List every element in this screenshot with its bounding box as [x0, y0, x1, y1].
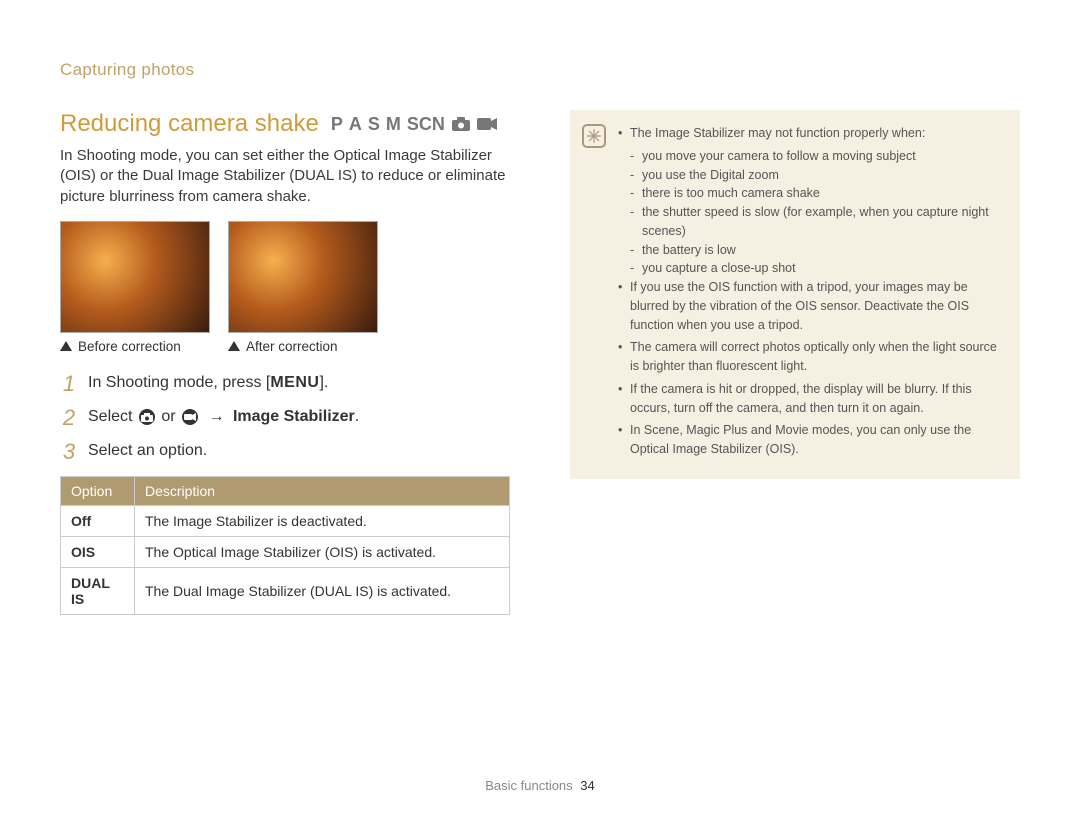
- steps-list: 1 In Shooting mode, press [MENU]. 2 Sele…: [60, 372, 510, 465]
- mode-m: M: [386, 114, 401, 135]
- video-icon: [180, 409, 200, 425]
- footer-page: 34: [580, 778, 594, 793]
- note-line: there is too much camera shake: [618, 184, 1004, 203]
- mode-s: S: [368, 114, 380, 135]
- note-line: you capture a close-up shot: [618, 259, 1004, 278]
- menu-glyph: MENU: [270, 374, 319, 391]
- mode-scn: SCN: [407, 114, 445, 135]
- step-2-text: Select or → Image Stabilizer.: [88, 406, 359, 428]
- arrow-glyph: →: [204, 408, 229, 425]
- before-photo: [60, 221, 210, 333]
- step-1: 1 In Shooting mode, press [MENU].: [60, 372, 510, 396]
- note-line: you use the Digital zoom: [618, 166, 1004, 185]
- note-line: In Scene, Magic Plus and Movie modes, yo…: [618, 421, 1004, 459]
- footer-section: Basic functions: [485, 778, 572, 793]
- mode-glyphs: P A S M SCN: [331, 114, 497, 135]
- after-caption: After correction: [246, 339, 338, 354]
- camera-icon: [451, 116, 471, 132]
- note-line: the shutter speed is slow (for example, …: [618, 203, 1004, 241]
- note-line: you move your camera to follow a moving …: [618, 147, 1004, 166]
- step-3: 3 Select an option.: [60, 440, 510, 464]
- before-caption-row: Before correction: [60, 339, 210, 354]
- table-row: OIS The Optical Image Stabilizer (OIS) i…: [61, 537, 510, 568]
- step-number: 3: [60, 440, 78, 464]
- opt-name: DUAL IS: [61, 568, 135, 615]
- col-description: Description: [135, 477, 510, 506]
- note-box: The Image Stabilizer may not function pr…: [570, 110, 1020, 479]
- opt-name: OIS: [61, 537, 135, 568]
- table-row: DUAL IS The Dual Image Stabilizer (DUAL …: [61, 568, 510, 615]
- opt-desc: The Image Stabilizer is deactivated.: [135, 506, 510, 537]
- step-2-pre: Select: [88, 408, 137, 425]
- before-block: Before correction: [60, 221, 210, 354]
- step-2-or: or: [157, 408, 180, 425]
- manual-page: Capturing photos Reducing camera shake P…: [0, 0, 1080, 815]
- breadcrumb: Capturing photos: [60, 60, 1020, 80]
- caption-marker-icon: [228, 341, 240, 351]
- step-2-post: .: [355, 408, 359, 425]
- options-table: Option Description Off The Image Stabili…: [60, 476, 510, 615]
- page-footer: Basic functions 34: [0, 778, 1080, 793]
- content-columns: Reducing camera shake P A S M SCN In Sho…: [60, 110, 1020, 815]
- title-row: Reducing camera shake P A S M SCN: [60, 110, 510, 138]
- step-2: 2 Select or → Image Stabilizer.: [60, 406, 510, 430]
- mode-p: P: [331, 114, 343, 135]
- col-option: Option: [61, 477, 135, 506]
- table-row: Off The Image Stabilizer is deactivated.: [61, 506, 510, 537]
- right-column: The Image Stabilizer may not function pr…: [570, 110, 1020, 815]
- note-line: The Image Stabilizer may not function pr…: [618, 124, 1004, 143]
- step-2-bold: Image Stabilizer: [233, 408, 355, 425]
- left-column: Reducing camera shake P A S M SCN In Sho…: [60, 110, 510, 815]
- page-title: Reducing camera shake: [60, 110, 319, 138]
- after-photo: [228, 221, 378, 333]
- after-block: After correction: [228, 221, 378, 354]
- video-icon: [477, 117, 497, 131]
- step-number: 1: [60, 372, 78, 396]
- step-1-post: ].: [319, 374, 328, 391]
- note-list: The Image Stabilizer may not function pr…: [618, 124, 1004, 459]
- note-line: If you use the OIS function with a tripo…: [618, 278, 1004, 334]
- step-number: 2: [60, 406, 78, 430]
- note-line: The camera will correct photos optically…: [618, 338, 1004, 376]
- after-caption-row: After correction: [228, 339, 378, 354]
- opt-name: Off: [61, 506, 135, 537]
- opt-desc: The Dual Image Stabilizer (DUAL IS) is a…: [135, 568, 510, 615]
- camera-icon: [137, 409, 157, 425]
- note-line: If the camera is hit or dropped, the dis…: [618, 380, 1004, 418]
- step-1-text: In Shooting mode, press [MENU].: [88, 372, 328, 394]
- mode-a: A: [349, 114, 362, 135]
- note-line: the battery is low: [618, 241, 1004, 260]
- caption-marker-icon: [60, 341, 72, 351]
- before-caption: Before correction: [78, 339, 181, 354]
- table-header-row: Option Description: [61, 477, 510, 506]
- step-3-text: Select an option.: [88, 440, 207, 462]
- comparison-images: Before correction After correction: [60, 221, 510, 354]
- step-1-pre: In Shooting mode, press [: [88, 374, 270, 391]
- intro-text: In Shooting mode, you can set either the…: [60, 146, 510, 207]
- note-icon: [582, 124, 606, 148]
- opt-desc: The Optical Image Stabilizer (OIS) is ac…: [135, 537, 510, 568]
